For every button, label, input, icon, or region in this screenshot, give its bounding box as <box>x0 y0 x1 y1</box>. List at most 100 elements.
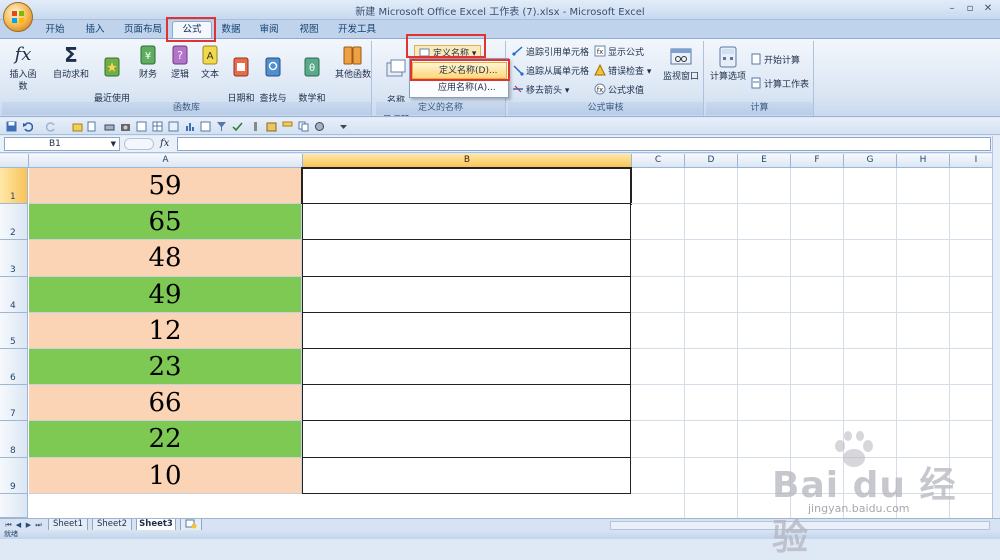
column-header-e[interactable]: E <box>738 154 791 168</box>
column-header-h[interactable]: H <box>897 154 950 168</box>
row-header-4[interactable]: 4 <box>0 277 28 313</box>
row-header-3[interactable]: 3 <box>0 240 28 277</box>
cell-a2[interactable]: 65 <box>29 204 302 240</box>
format-painter-icon[interactable] <box>282 121 293 132</box>
evaluate-formula-button[interactable]: fx 公式求值 <box>594 83 644 97</box>
cell-b5[interactable] <box>302 313 631 349</box>
column-header-c[interactable]: C <box>632 154 685 168</box>
row-header-9[interactable]: 9 <box>0 458 28 494</box>
row-header-10[interactable] <box>0 494 28 518</box>
insert-rows-icon[interactable] <box>168 121 179 132</box>
column-header-d[interactable]: D <box>685 154 738 168</box>
menu-item-apply-names[interactable]: 应用名称(A)... <box>412 80 507 97</box>
column-header-b[interactable]: B <box>303 154 632 168</box>
define-name-button[interactable]: 定义名称 ▾ <box>414 45 482 59</box>
row-header-2[interactable]: 2 <box>0 204 28 240</box>
redo-icon[interactable] <box>46 121 57 132</box>
prev-sheet-button[interactable]: ◀ <box>14 520 23 530</box>
camera-icon[interactable] <box>120 121 131 132</box>
tab-data[interactable]: 数据 <box>216 23 246 38</box>
tab-home[interactable]: 开始 <box>40 23 70 38</box>
formula-input[interactable] <box>177 137 991 151</box>
column-header-g[interactable]: G <box>844 154 897 168</box>
column-header-a[interactable]: A <box>29 154 303 168</box>
preview-icon[interactable] <box>136 121 147 132</box>
text-button[interactable]: A 文本 <box>196 43 224 81</box>
tab-review[interactable]: 审阅 <box>254 23 284 38</box>
row-header-8[interactable]: 8 <box>0 421 28 458</box>
cell-b9[interactable] <box>302 458 631 494</box>
restore-button[interactable]: ▫ <box>962 2 978 16</box>
print-icon[interactable] <box>104 121 115 132</box>
cell-b2[interactable] <box>302 204 631 240</box>
row-header-1[interactable]: 1 <box>0 168 28 204</box>
copy-icon[interactable] <box>298 121 309 132</box>
tab-view[interactable]: 视图 <box>294 23 324 38</box>
cell-a7[interactable]: 66 <box>29 385 302 421</box>
undo-icon[interactable] <box>22 121 33 132</box>
table-icon[interactable] <box>152 121 163 132</box>
row-header-6[interactable]: 6 <box>0 349 28 385</box>
cell-a5[interactable]: 12 <box>29 313 302 349</box>
save-icon[interactable] <box>6 121 17 132</box>
chevron-down-icon[interactable]: ▼ <box>111 138 116 150</box>
office-button[interactable] <box>3 2 33 32</box>
tab-developer[interactable]: 开发工具 <box>334 23 380 38</box>
formula-auditing-label: 公式审核 <box>508 102 703 115</box>
insert-function-button[interactable]: fx 插入函数 <box>6 43 40 93</box>
cell-b8[interactable] <box>302 421 631 458</box>
vertical-scrollbar[interactable] <box>992 136 1000 518</box>
menu-item-define-name[interactable]: 定义名称(D)... <box>412 62 507 79</box>
cell-a1[interactable]: 59 <box>29 168 302 204</box>
calc-options-button[interactable]: 计算选项 <box>708 45 748 83</box>
select-all-corner[interactable] <box>0 154 29 168</box>
more-functions-button[interactable]: 其他函数 <box>334 43 372 81</box>
first-sheet-button[interactable]: ⏮ <box>4 520 13 530</box>
cell-b6[interactable] <box>302 349 631 385</box>
name-box[interactable]: B1 ▼ <box>4 137 120 151</box>
tab-insert[interactable]: 插入 <box>80 23 110 38</box>
tab-page-layout[interactable]: 页面布局 <box>120 23 166 38</box>
cell-a8[interactable]: 22 <box>29 421 302 458</box>
row-header-7[interactable]: 7 <box>0 385 28 421</box>
show-formulas-button[interactable]: fx 显示公式 <box>594 45 644 59</box>
watch-window-button[interactable]: 监视窗口 <box>660 45 702 83</box>
check-icon[interactable] <box>232 121 243 132</box>
minimize-button[interactable]: – <box>944 2 960 16</box>
cell-b1[interactable] <box>301 167 632 205</box>
autosum-button[interactable]: Σ 自动求和 <box>52 43 90 81</box>
paste-icon[interactable] <box>266 121 277 132</box>
column-header-f[interactable]: F <box>791 154 844 168</box>
last-sheet-button[interactable]: ⏭ <box>34 520 43 530</box>
cell-b4[interactable] <box>302 277 631 313</box>
calc-sheet-button[interactable]: 计算工作表 <box>750 77 809 91</box>
remove-arrows-button[interactable]: 移去箭头 ▾ <box>512 83 569 97</box>
tab-formulas[interactable]: 公式 <box>172 21 212 39</box>
pin-icon[interactable] <box>250 121 261 132</box>
new-icon[interactable] <box>86 121 97 132</box>
cell-b7[interactable] <box>302 385 631 421</box>
error-checking-button[interactable]: 错误检查 ▾ <box>594 64 651 78</box>
financial-button[interactable]: ¥ 财务 <box>134 43 162 81</box>
formula-bar-expander[interactable] <box>124 138 154 150</box>
sort-icon[interactable] <box>200 121 211 132</box>
cell-a4[interactable]: 49 <box>29 277 302 313</box>
open-icon[interactable] <box>72 121 83 132</box>
cell-a3[interactable]: 48 <box>29 240 302 277</box>
cell-b3[interactable] <box>302 240 631 277</box>
trace-precedents-button[interactable]: 追踪引用单元格 <box>512 45 589 59</box>
close-button[interactable]: ✕ <box>980 2 996 16</box>
filter-icon[interactable] <box>216 121 227 132</box>
chart-icon[interactable] <box>184 121 195 132</box>
cell-a6[interactable]: 23 <box>29 349 302 385</box>
row-header-5[interactable]: 5 <box>0 313 28 349</box>
fx-icon[interactable]: fx <box>160 138 169 149</box>
next-sheet-button[interactable]: ▶ <box>24 520 33 530</box>
column-header-i[interactable]: I <box>950 154 992 168</box>
cell-a9[interactable]: 10 <box>29 458 302 494</box>
customize-qat-icon[interactable] <box>338 121 349 132</box>
logical-button[interactable]: ? 逻辑 <box>166 43 194 81</box>
trace-dependents-button[interactable]: 追踪从属单元格 <box>512 64 589 78</box>
calc-now-button[interactable]: 开始计算 <box>750 53 800 67</box>
macro-icon[interactable] <box>314 121 325 132</box>
